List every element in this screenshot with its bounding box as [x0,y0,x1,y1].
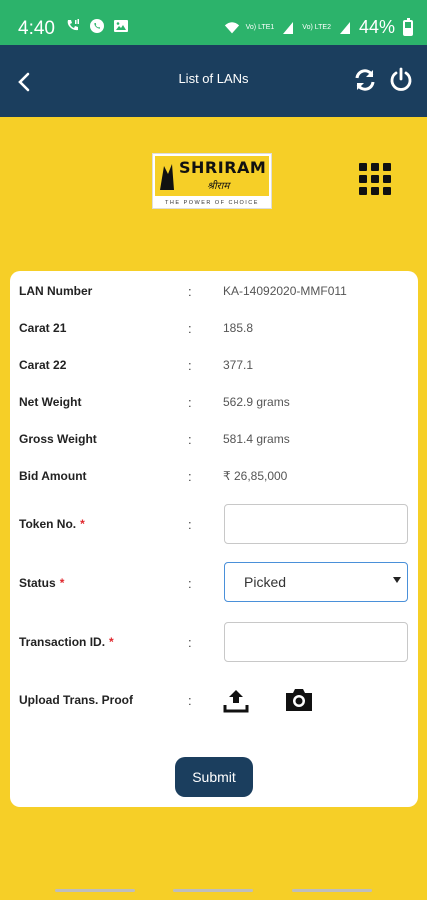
network-1-label: Vo) LTE1 [245,24,275,31]
whatsapp-icon [89,18,105,34]
network-2-label: Vo) LTE2 [302,24,331,31]
detail-value: KA-14092020-MMF011 [223,284,347,298]
detail-row-bid-amount: Bid Amount : ₹ 26,85,000 [10,461,418,491]
logo-text: SHRIRAM [179,158,267,177]
transaction-id-input[interactable] [224,622,408,662]
logo-tagline: THE POWER OF CHOICE [165,200,259,206]
required-mark: * [59,576,65,590]
detail-row-carat-22: Carat 22 : 377.1 [10,350,418,380]
status-selected-value: Picked [244,574,287,590]
detail-value: ₹ 26,85,000 [223,469,288,483]
app-bar: List of LANs [0,45,427,117]
separator: : [188,394,192,410]
logo-mark-icon [158,162,176,192]
battery-percent: 44% [358,17,395,37]
status-label: Status * [19,576,65,590]
detail-row-lan-number: LAN Number : KA-14092020-MMF011 [10,276,418,306]
dropdown-caret-icon [393,577,401,583]
required-mark: * [80,517,85,531]
separator: : [188,320,192,336]
lan-details-card: LAN Number : KA-14092020-MMF011 Carat 21… [10,271,418,807]
notification-icons [65,18,129,34]
camera-icon[interactable] [284,686,314,714]
upload-icon[interactable] [223,687,249,713]
system-nav-bar [0,879,427,900]
required-mark: * [109,635,114,649]
grid-menu-icon[interactable] [359,163,391,195]
separator: : [188,283,192,299]
separator: : [188,634,192,650]
submit-button[interactable]: Submit [175,757,253,797]
separator: : [188,575,192,591]
logo-banner: SHRIRAM श्रीराम [155,156,269,196]
separator: : [188,516,192,532]
separator: : [188,431,192,447]
detail-value: 185.8 [223,321,254,335]
logo-script: श्रीराम [207,181,230,192]
status-time: 4:40 [18,18,55,39]
signal-2-icon [337,20,353,36]
form-row-upload: Upload Trans. Proof : [10,685,418,715]
detail-label: Bid Amount [19,469,87,483]
token-input[interactable] [224,504,408,544]
battery-fill [405,28,411,34]
back-button[interactable] [292,889,372,892]
power-icon[interactable] [388,67,414,93]
home-button[interactable] [173,889,253,892]
detail-label: Gross Weight [19,432,97,446]
detail-row-carat-21: Carat 21 : 185.8 [10,313,418,343]
token-label: Token No. * [19,517,85,531]
upload-label: Upload Trans. Proof [19,693,134,707]
detail-label: Carat 22 [19,358,67,372]
battery-icon [403,17,413,36]
wifi-calling-icon [65,18,81,34]
detail-row-gross-weight: Gross Weight : 581.4 grams [10,424,418,454]
recents-button[interactable] [55,889,135,892]
detail-label: LAN Number [19,284,93,298]
separator: : [188,468,192,484]
wifi-icon [224,20,240,36]
separator: : [188,692,192,708]
detail-row-net-weight: Net Weight : 562.9 grams [10,387,418,417]
status-bar: 4:40 Vo) LTE1 Vo) LTE2 44% [0,0,427,45]
detail-value: 562.9 grams [223,395,290,409]
detail-label: Net Weight [19,395,82,409]
refresh-icon[interactable] [352,67,378,93]
detail-label: Carat 21 [19,321,67,335]
detail-value: 377.1 [223,358,254,372]
detail-value: 581.4 grams [223,432,290,446]
shriram-logo: SHRIRAM श्रीराम THE POWER OF CHOICE [152,153,272,209]
status-right: Vo) LTE1 Vo) LTE2 44% [224,17,413,38]
separator: : [188,357,192,373]
signal-icon [280,20,296,36]
transaction-label: Transaction ID. * [19,635,114,649]
gallery-icon [113,18,129,34]
status-select[interactable]: Picked [224,562,408,602]
